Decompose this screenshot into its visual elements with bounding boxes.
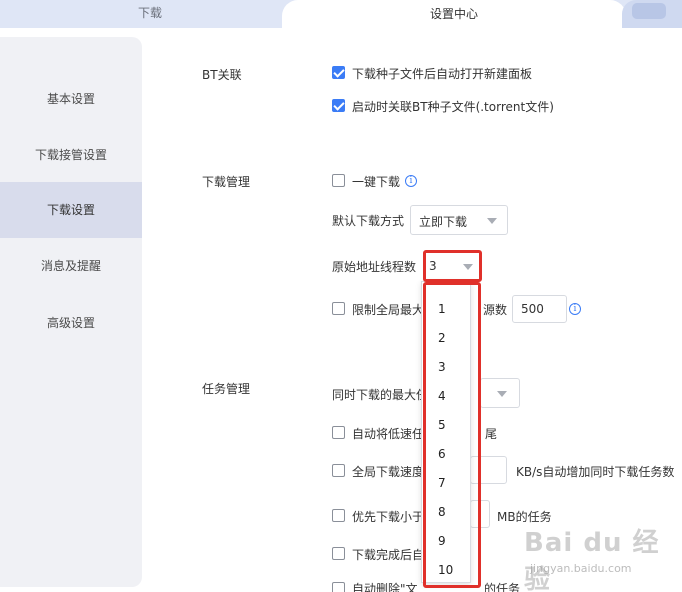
tab-settings[interactable]: 设置中心 bbox=[282, 0, 626, 28]
info-icon[interactable]: i bbox=[569, 303, 581, 315]
max-concurrent-select[interactable] bbox=[480, 378, 520, 408]
auto-delete-tail: 的任务 bbox=[484, 582, 521, 592]
highlight-box-select bbox=[423, 250, 482, 282]
bt-option1-checkbox[interactable] bbox=[332, 66, 345, 79]
window-icon[interactable] bbox=[632, 3, 666, 19]
prefer-small-checkbox[interactable] bbox=[332, 509, 345, 522]
one-click-checkbox[interactable] bbox=[332, 174, 345, 187]
one-click-label: 一键下载 bbox=[352, 175, 401, 189]
bt-option2-label: 启动时关联BT种子文件(.torrent文件) bbox=[352, 100, 554, 114]
auto-delete-label: 自动删除"文 bbox=[352, 582, 418, 592]
after-complete-label: 下载完成后自 bbox=[352, 548, 425, 562]
after-complete-checkbox[interactable] bbox=[332, 547, 345, 560]
default-mode-select[interactable]: 立即下载 bbox=[410, 205, 508, 235]
max-concurrent-label: 同时下载的最大任 bbox=[332, 388, 429, 402]
auto-lowspeed-checkbox[interactable] bbox=[332, 426, 345, 439]
default-mode-label: 默认下载方式 bbox=[332, 214, 405, 228]
global-speed-checkbox[interactable] bbox=[332, 464, 345, 477]
auto-lowspeed-label: 自动将低速任 bbox=[352, 427, 425, 441]
default-mode-value: 立即下载 bbox=[419, 215, 468, 229]
tab-download[interactable]: 下载 bbox=[0, 0, 300, 28]
task-mgmt-section-label: 任务管理 bbox=[202, 382, 251, 396]
bt-option1-label: 下载种子文件后自动打开新建面板 bbox=[352, 67, 533, 81]
sidebar-item-download[interactable]: 下载设置 bbox=[0, 182, 142, 238]
global-speed-tail: KB/s自动增加同时下载任务数 bbox=[516, 465, 675, 479]
sidebar: 基本设置 下载接管设置 下载设置 消息及提醒 高级设置 bbox=[0, 37, 142, 587]
info-icon[interactable]: i bbox=[405, 175, 417, 187]
sidebar-item-notifications[interactable]: 消息及提醒 bbox=[0, 238, 142, 294]
limit-sources-label-tail: 源数 bbox=[483, 303, 508, 317]
highlight-box-list bbox=[423, 282, 481, 588]
chevron-down-icon bbox=[487, 218, 497, 224]
global-speed-label: 全局下载速度 bbox=[352, 465, 425, 479]
download-mgmt-section-label: 下载管理 bbox=[202, 175, 251, 189]
sidebar-item-advanced[interactable]: 高级设置 bbox=[0, 295, 142, 351]
threads-label: 原始地址线程数 bbox=[332, 260, 417, 274]
limit-sources-value: 500 bbox=[521, 302, 544, 316]
sidebar-item-basic[interactable]: 基本设置 bbox=[0, 71, 142, 127]
watermark-url: jingyan.baidu.com bbox=[530, 562, 632, 575]
auto-delete-checkbox[interactable] bbox=[332, 582, 345, 592]
watermark-logo: Bai du 经验 bbox=[524, 528, 660, 592]
bt-section-label: BT关联 bbox=[202, 68, 242, 82]
auto-lowspeed-tail: 尾 bbox=[485, 427, 498, 441]
limit-sources-input[interactable]: 500 bbox=[512, 295, 567, 323]
limit-sources-label: 限制全局最大 bbox=[352, 303, 425, 317]
bt-option2-checkbox[interactable] bbox=[332, 99, 345, 112]
limit-sources-checkbox[interactable] bbox=[332, 302, 345, 315]
chevron-down-icon bbox=[497, 391, 507, 397]
sidebar-item-takeover[interactable]: 下载接管设置 bbox=[0, 127, 142, 183]
prefer-small-label: 优先下载小于 bbox=[352, 510, 425, 524]
